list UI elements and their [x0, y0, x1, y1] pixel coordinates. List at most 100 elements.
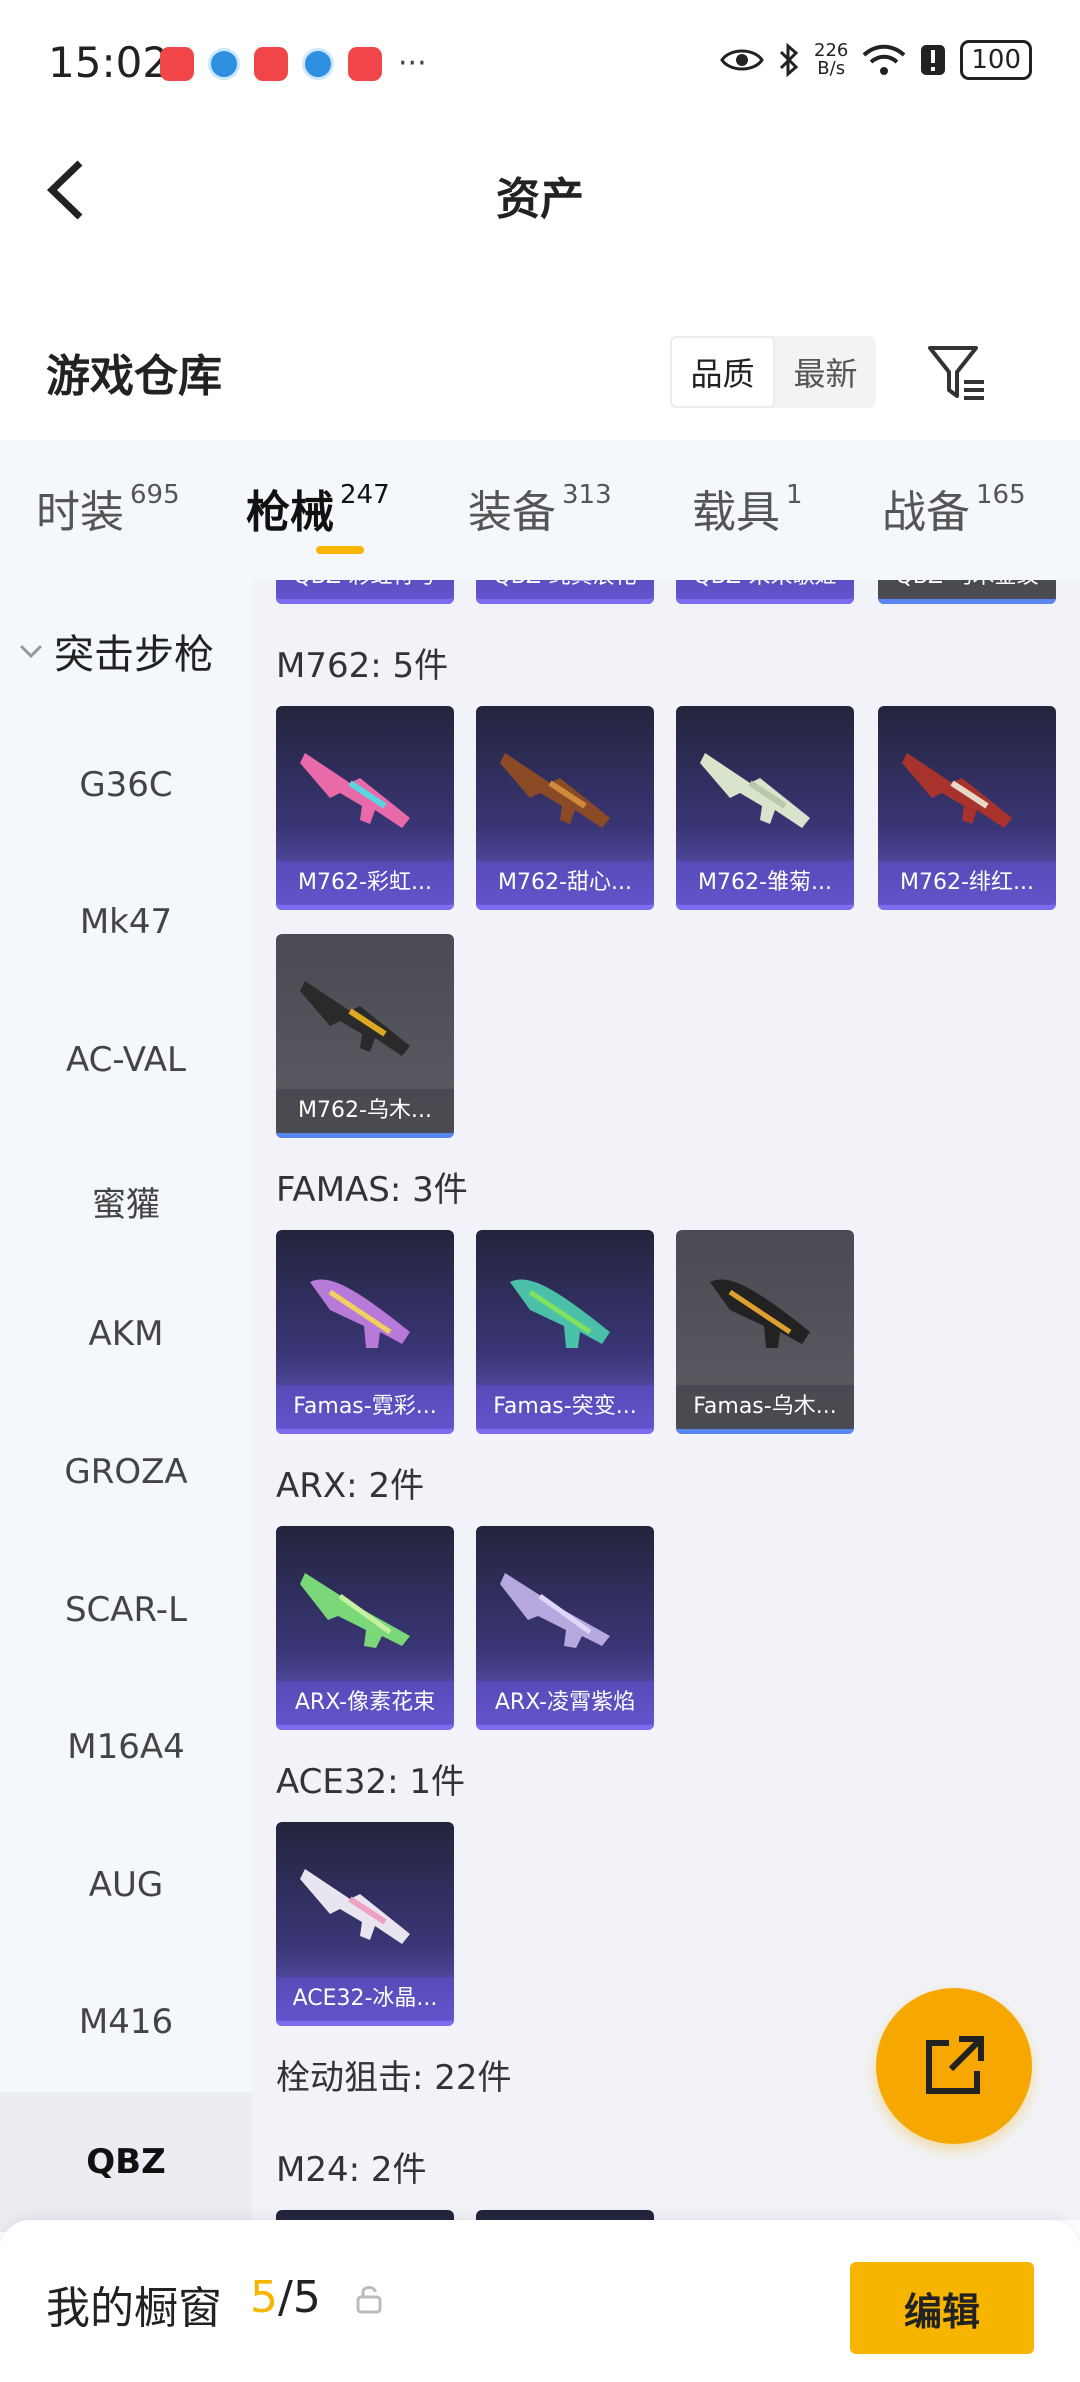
- tab-active-indicator: [316, 546, 364, 554]
- network-speed: 226 B/s: [814, 40, 849, 79]
- rifle-icon: [500, 753, 610, 828]
- rifle-icon: [710, 1279, 810, 1348]
- weapon-card[interactable]: ARX-像素花束: [276, 1526, 454, 1730]
- sidebar-item-scar-l[interactable]: SCAR-L: [0, 1590, 252, 1630]
- rifle-icon: [700, 753, 810, 828]
- showcase-count: 5/5: [250, 2272, 321, 2323]
- section-title-famas: FAMAS: 3件: [276, 1170, 468, 1210]
- browser-app-icon: [208, 47, 240, 80]
- sidebar-item-m16a4[interactable]: M16A4: [0, 1727, 252, 1767]
- wifi-icon: [863, 44, 906, 75]
- share-button[interactable]: [876, 1988, 1032, 2144]
- tab-label: 装备: [468, 487, 556, 538]
- weapon-card-name: Famas-突变...: [476, 1385, 654, 1429]
- sort-option-quality[interactable]: 品质: [670, 336, 775, 408]
- weapon-card-name: M762-甜心...: [476, 861, 654, 905]
- tab-count: 1: [786, 480, 803, 510]
- sidebar-item-g36c[interactable]: G36C: [0, 765, 252, 805]
- sidebar-item-ac-val[interactable]: AC-VAL: [0, 1040, 252, 1080]
- tab-count: 695: [130, 480, 180, 510]
- shopping-app-icon: [160, 46, 194, 81]
- bluetooth-icon: [779, 42, 799, 78]
- weapon-card-name: QBZ-彩虹符号: [276, 580, 454, 599]
- weapon-card[interactable]: Famas-突变...: [476, 1230, 654, 1434]
- tab-count: 247: [340, 480, 390, 510]
- tab-firearms[interactable]: 枪械 247: [246, 440, 468, 580]
- showcase-bar: 我的橱窗 5/5 编辑: [0, 2220, 1080, 2382]
- alert-icon: [921, 45, 946, 75]
- external-link-icon: [926, 2036, 984, 2094]
- sidebar-item-mk47[interactable]: Mk47: [0, 902, 252, 942]
- section-title-arx: ARX: 2件: [276, 1466, 425, 1506]
- tab-label: 枪械: [246, 487, 334, 538]
- sidebar-item-aug[interactable]: AUG: [0, 1865, 252, 1905]
- weapon-grid: QBZ-彩虹符号 QBZ-纯真浪花 QBZ-未来歌姬 QBZ-乌木金纹 M762…: [252, 580, 1080, 2220]
- weapon-card[interactable]: Famas-乌木...: [676, 1230, 854, 1434]
- weapon-card[interactable]: QBZ-乌木金纹: [878, 580, 1056, 604]
- weapon-card[interactable]: Famas-霓彩...: [276, 1230, 454, 1434]
- shopping-app-icon: [254, 46, 288, 81]
- weapon-card[interactable]: M762-甜心...: [476, 706, 654, 910]
- nav-bar: 资产: [0, 125, 1080, 255]
- weapon-card[interactable]: QBZ-纯真浪花: [476, 580, 654, 604]
- sidebar-item-groza[interactable]: GROZA: [0, 1452, 252, 1492]
- weapon-card-name: Famas-乌木...: [676, 1385, 854, 1429]
- weapon-card[interactable]: M762-乌木...: [276, 934, 454, 1138]
- weapon-card-name: M762-乌木...: [276, 1089, 454, 1133]
- filter-button[interactable]: [924, 340, 990, 406]
- page-title: 资产: [496, 174, 584, 225]
- weapon-card-name: M762-彩虹...: [276, 861, 454, 905]
- category-tabs: 时装 695 枪械 247 装备 313 载具 1 战备 165: [0, 440, 1080, 580]
- repo-header: 游戏仓库 品质 最新: [0, 310, 1080, 440]
- status-bar: 15:02 ··· 226 B/s 100: [0, 0, 1080, 125]
- chevron-down-icon: [19, 644, 43, 659]
- weapon-card[interactable]: QBZ-彩虹符号: [276, 580, 454, 604]
- sidebar-item-honey-badger[interactable]: 蜜獾: [0, 1177, 252, 1226]
- repo-title: 游戏仓库: [46, 351, 222, 402]
- tab-label: 战备: [882, 487, 970, 538]
- tab-equipment[interactable]: 装备 313: [468, 440, 692, 580]
- weapon-card[interactable]: ARX-凌霄紫焰: [476, 1526, 654, 1730]
- section-title-ace32: ACE32: 1件: [276, 1762, 466, 1802]
- rifle-icon: [300, 1869, 410, 1944]
- weapon-sidebar: 突击步枪 G36C Mk47 AC-VAL 蜜獾 AKM GROZA SCAR-…: [0, 580, 252, 2232]
- tab-vehicles[interactable]: 载具 1: [692, 440, 882, 580]
- status-time: 15:02: [48, 38, 170, 87]
- weapon-card-name: M762-雏菊...: [676, 861, 854, 905]
- weapon-card[interactable]: QBZ-未来歌姬: [676, 580, 854, 604]
- weapon-card[interactable]: [276, 2210, 454, 2220]
- weapon-card-name: ARX-像素花束: [276, 1681, 454, 1725]
- notification-icons: ···: [160, 46, 427, 81]
- weapon-card-name: QBZ-纯真浪花: [476, 580, 654, 599]
- weapon-card-name: QBZ-未来歌姬: [676, 580, 854, 599]
- rifle-icon: [300, 753, 410, 828]
- sidebar-group-assault-rifles[interactable]: 突击步枪: [18, 622, 214, 680]
- system-icons: 226 B/s 100: [720, 40, 1032, 80]
- sidebar-item-m416[interactable]: M416: [0, 2002, 252, 2042]
- battery-indicator: 100: [960, 40, 1032, 80]
- edit-button[interactable]: 编辑: [850, 2262, 1034, 2354]
- weapon-card-name: Famas-霓彩...: [276, 1385, 454, 1429]
- tab-label: 载具: [692, 487, 780, 538]
- rifle-icon: [500, 1573, 610, 1648]
- rifle-icon: [310, 1279, 410, 1348]
- tab-fashion[interactable]: 时装 695: [36, 440, 246, 580]
- filter-icon: [928, 346, 984, 400]
- rifle-icon: [902, 753, 1012, 828]
- rifle-icon: [510, 1279, 610, 1348]
- tab-combat-supplies[interactable]: 战备 165: [882, 440, 1052, 580]
- sidebar-item-qbz[interactable]: QBZ: [0, 2092, 252, 2232]
- section-title-m762: M762: 5件: [276, 646, 449, 686]
- weapon-card[interactable]: ACE32-冰晶...: [276, 1822, 454, 2026]
- sort-option-newest[interactable]: 最新: [775, 336, 876, 408]
- rifle-icon: [300, 981, 410, 1056]
- sidebar-item-akm[interactable]: AKM: [0, 1314, 252, 1354]
- weapon-card[interactable]: M762-彩虹...: [276, 706, 454, 910]
- weapon-card[interactable]: [476, 2210, 654, 2220]
- weapon-card[interactable]: M762-绯红...: [878, 706, 1056, 910]
- rifle-icon: [300, 1573, 410, 1648]
- weapon-card[interactable]: M762-雏菊...: [676, 706, 854, 910]
- section-title-bolt-action: 栓动狙击: 22件: [276, 2058, 512, 2098]
- weapon-card-name: ACE32-冰晶...: [276, 1977, 454, 2021]
- lock-icon: [356, 2286, 382, 2314]
